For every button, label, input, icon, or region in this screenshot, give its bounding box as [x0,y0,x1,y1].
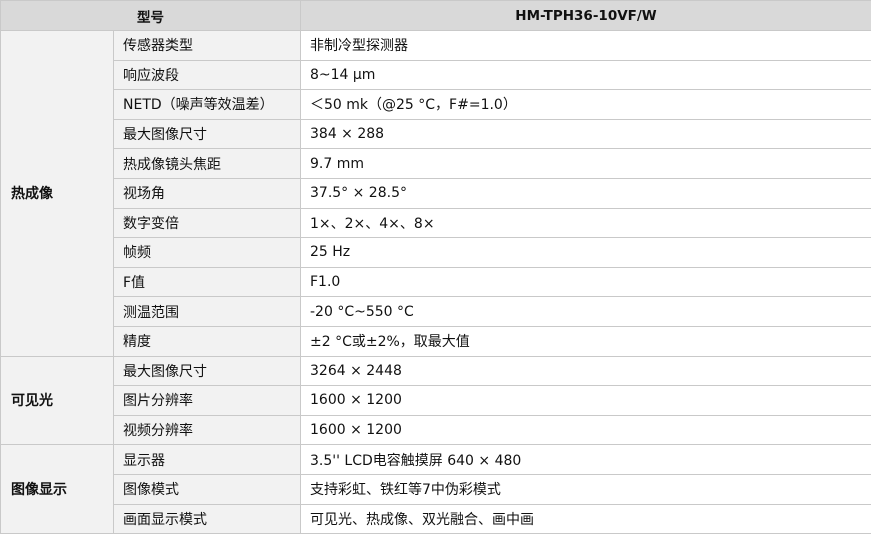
category-visible: 可见光 [0,355,114,446]
table-row: 测温范围 -20 °C~550 °C [1,296,871,327]
table-row: 热成像镜头焦距 9.7 mm [1,148,871,179]
param-cell: 图像模式 [113,473,301,505]
value-cell: 8~14 μm [300,59,871,91]
table-row: 图片分辨率 1600 × 1200 [1,385,871,416]
table-row: 帧频 25 Hz [1,237,871,268]
table-row: 图像显示 显示器 3.5'' LCD电容触摸屏 640 × 480 [0,444,871,535]
param-cell: 图片分辨率 [113,385,301,416]
value-cell: ＜50 mk（@25 °C，F#=1.0） [300,89,871,120]
table-row: 画面显示模式 可见光、热成像、双光融合、画中画 [1,503,871,535]
value-cell: 384 × 288 [300,118,871,150]
table-row: 图像模式 支持彩虹、铁红等7中伪彩模式 [1,473,871,505]
value-cell: 1×、2×、4×、8× [300,207,871,239]
param-cell: 响应波段 [113,59,301,91]
table-row: 视场角 37.5° × 28.5° [1,177,871,209]
param-cell: 视场角 [113,177,301,209]
value-cell: 3264 × 2448 [300,355,871,387]
param-cell: 热成像镜头焦距 [113,148,301,179]
value-cell: 25 Hz [300,237,871,268]
param-cell: 画面显示模式 [113,503,301,535]
value-cell: F1.0 [300,266,871,298]
param-cell: 最大图像尺寸 [113,355,301,387]
table-row: 视频分辨率 1600 × 1200 [1,414,871,446]
param-cell: 最大图像尺寸 [113,118,301,150]
table-row: 热成像 传感器类型 非制冷型探测器 [0,30,871,357]
value-cell: 1600 × 1200 [300,414,871,446]
table-row: F值 F1.0 [1,266,871,298]
value-cell: 可见光、热成像、双光融合、画中画 [300,503,871,535]
value-cell: 3.5'' LCD电容触摸屏 640 × 480 [300,444,871,475]
value-cell: ±2 °C或±2%，取最大值 [300,325,871,357]
value-cell: -20 °C~550 °C [300,296,871,327]
category-thermal: 热成像 [0,30,114,357]
table-row: 可见光 最大图像尺寸 3264 × 2448 [0,355,871,446]
header-label: 型号 [0,0,301,31]
header-row: 型号 HM-TPH36-10VF/W [0,0,871,31]
param-cell: 传感器类型 [113,30,301,61]
param-cell: 视频分辨率 [113,414,301,446]
param-cell: NETD（噪声等效温差） [113,89,301,120]
param-cell: F值 [113,266,301,298]
table-row: 数字变倍 1×、2×、4×、8× [1,207,871,239]
value-cell: 1600 × 1200 [300,385,871,416]
param-cell: 测温范围 [113,296,301,327]
header-model: HM-TPH36-10VF/W [300,0,871,31]
param-cell: 显示器 [113,444,301,475]
table-row: NETD（噪声等效温差） ＜50 mk（@25 °C，F#=1.0） [1,89,871,120]
param-cell: 数字变倍 [113,207,301,239]
value-cell: 非制冷型探测器 [300,30,871,61]
param-cell: 帧频 [113,237,301,268]
table-row: 响应波段 8~14 μm [1,59,871,91]
spec-table: 型号 HM-TPH36-10VF/W 热成像 传感器类型 非制冷型探测器 响应波… [0,0,871,535]
table-row: 最大图像尺寸 384 × 288 [1,118,871,150]
value-cell: 9.7 mm [300,148,871,179]
param-cell: 精度 [113,325,301,357]
table-row: 精度 ±2 °C或±2%，取最大值 [1,325,871,357]
value-cell: 支持彩虹、铁红等7中伪彩模式 [300,473,871,505]
category-display: 图像显示 [0,444,114,535]
value-cell: 37.5° × 28.5° [300,177,871,209]
